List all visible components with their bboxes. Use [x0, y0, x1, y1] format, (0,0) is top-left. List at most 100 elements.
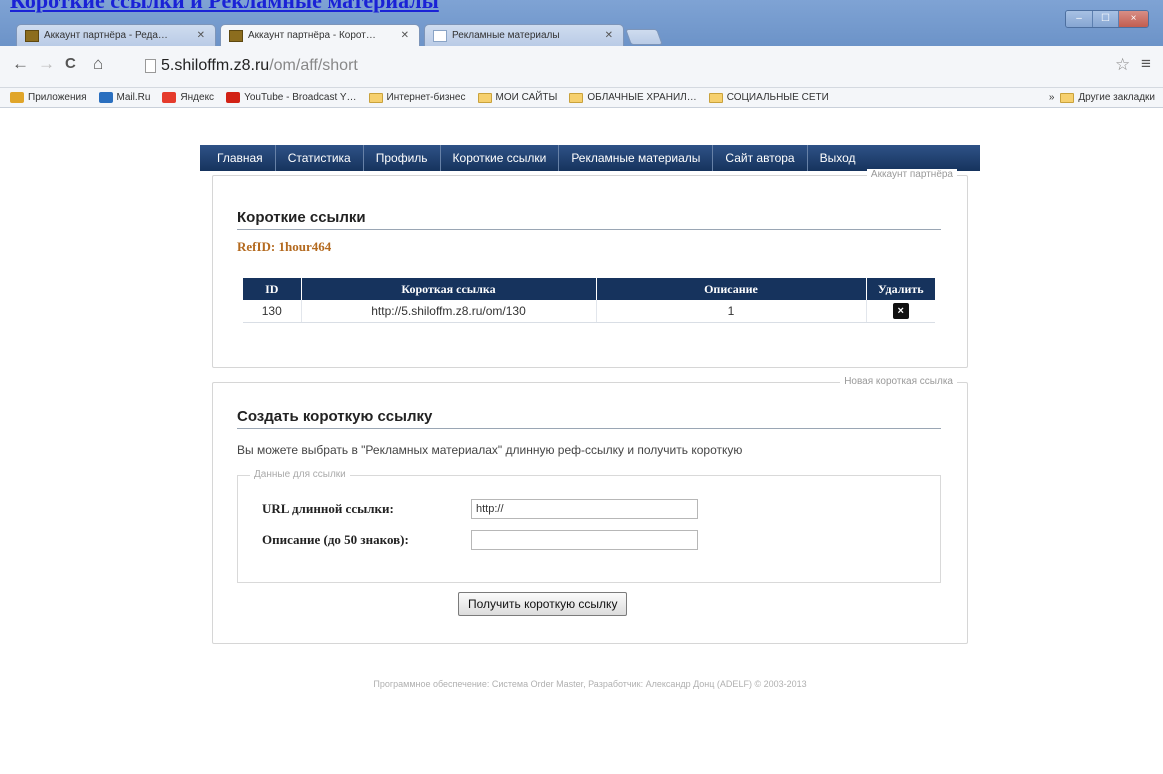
tab-partner-short[interactable]: Аккаунт партнёра - Корот… ✕ — [220, 24, 420, 46]
cell-short-link: http://5.shiloffm.z8.ru/om/130 — [301, 300, 597, 323]
tab-partner-edit[interactable]: Аккаунт партнёра - Реда… ✕ — [16, 24, 216, 46]
bookmark-folder-my-sites[interactable]: МОИ САЙТЫ — [477, 92, 558, 103]
page-icon — [433, 29, 447, 42]
account-panel: Аккаунт партнёра Короткие ссылки RefID: … — [212, 169, 968, 368]
bookmarks-overflow-button[interactable]: » — [1049, 92, 1055, 103]
browser-toolbar: ← → C ⌂ 5.shiloffm.z8.ru/om/aff/short ☆ … — [0, 46, 1163, 88]
section-title-create-link: Создать короткую ссылку — [237, 408, 433, 425]
tab-label: Аккаунт партнёра - Реда… — [44, 30, 168, 41]
tab-label: Рекламные материалы — [452, 30, 560, 41]
bookmark-label: Mail.Ru — [116, 92, 151, 103]
home-icon[interactable]: ⌂ — [93, 54, 103, 74]
new-tab-button[interactable] — [625, 29, 663, 45]
bookmark-star-icon[interactable]: ☆ — [1115, 55, 1130, 75]
bookmark-apps[interactable]: Приложения — [10, 92, 87, 103]
nav-author-site[interactable]: Сайт автора — [713, 145, 808, 171]
tab-label: Аккаунт партнёра - Корот… — [248, 30, 376, 41]
bookmark-folder-social[interactable]: СОЦИАЛЬНЫЕ СЕТИ — [708, 92, 829, 103]
tab-close-icon[interactable]: ✕ — [605, 30, 613, 41]
bookmarks-right: » Другие закладки — [1049, 92, 1155, 103]
folder-icon — [569, 92, 584, 103]
bookmark-label: Приложения — [28, 92, 87, 103]
bookmark-label: Яндекс — [180, 92, 215, 103]
folder-icon — [477, 92, 492, 103]
page-heading[interactable]: Короткие ссылки и Рекламные материалы — [10, 0, 439, 14]
yandex-icon — [162, 92, 177, 103]
link-data-fieldset: Данные для ссылки URL длинной ссылки: Оп… — [237, 469, 941, 583]
url-path: /om/aff/short — [269, 57, 358, 74]
window-controls: – ☐ × — [1065, 10, 1149, 28]
bookmark-label: МОИ САЙТЫ — [495, 92, 558, 103]
bookmark-label: ОБЛАЧНЫЕ ХРАНИЛ… — [587, 92, 697, 103]
reload-icon[interactable]: C — [65, 54, 76, 74]
bookmark-label: YouTube - Broadcast Y… — [244, 92, 357, 103]
refid-value: 1hour464 — [278, 239, 332, 254]
create-link-description: Вы можете выбрать в "Рекламных материала… — [237, 443, 743, 457]
address-bar[interactable]: 5.shiloffm.z8.ru/om/aff/short — [145, 55, 1065, 77]
folder-icon — [1060, 92, 1075, 103]
cell-delete: × — [866, 300, 935, 323]
other-bookmarks[interactable]: Другие закладки — [1060, 92, 1155, 103]
apps-icon — [10, 92, 24, 103]
col-header-delete: Удалить — [866, 278, 935, 300]
tab-ad-materials[interactable]: Рекламные материалы ✕ — [424, 24, 624, 46]
youtube-icon — [226, 92, 241, 103]
bookmark-label: СОЦИАЛЬНЫЕ СЕТИ — [726, 92, 829, 103]
bookmark-mailru[interactable]: Mail.Ru — [98, 92, 151, 103]
table-header-row: ID Короткая ссылка Описание Удалить — [243, 278, 935, 300]
browser-window: Аккаунт партнёра - Реда… ✕ Аккаунт партн… — [0, 0, 1163, 774]
nav-logout[interactable]: Выход — [808, 145, 868, 171]
cell-id: 130 — [243, 300, 302, 323]
url-field[interactable] — [471, 499, 698, 519]
create-panel-legend: Новая короткая ссылка — [840, 376, 957, 387]
bookmark-label: Интернет-бизнес — [386, 92, 466, 103]
bookmark-folder-business[interactable]: Интернет-бизнес — [368, 92, 466, 103]
col-header-short-link: Короткая ссылка — [301, 278, 597, 300]
nav-profile[interactable]: Профиль — [364, 145, 441, 171]
description-field-label: Описание (до 50 знаков): — [262, 532, 409, 547]
bookmarks-bar: Приложения Mail.Ru Яндекс YouTube - Broa… — [0, 88, 1163, 108]
section-title-short-links: Короткие ссылки — [237, 209, 366, 226]
title-divider — [237, 428, 941, 429]
bookmark-yandex[interactable]: Яндекс — [162, 92, 214, 103]
page-footer: Программное обеспечение: Система Order M… — [373, 679, 807, 689]
get-short-link-button[interactable]: Получить короткую ссылку — [458, 592, 628, 616]
tab-strip: Аккаунт партнёра - Реда… ✕ Аккаунт партн… — [16, 24, 663, 46]
back-arrow-icon[interactable]: ← — [12, 54, 29, 74]
forward-arrow-icon[interactable]: → — [38, 54, 55, 74]
bookmark-youtube[interactable]: YouTube - Broadcast Y… — [226, 92, 357, 103]
url-field-label: URL длинной ссылки: — [262, 501, 394, 516]
fieldset-legend: Данные для ссылки — [250, 469, 350, 480]
cell-description: 1 — [596, 300, 867, 323]
chrome-menu-icon[interactable]: ≡ — [1141, 54, 1151, 74]
page-icon — [145, 59, 156, 73]
col-header-description: Описание — [596, 278, 867, 300]
nav-ad-materials[interactable]: Рекламные материалы — [559, 145, 714, 171]
main-nav: Главная Статистика Профиль Короткие ссыл… — [200, 145, 980, 171]
title-divider — [237, 229, 941, 230]
maximize-button[interactable]: ☐ — [1092, 11, 1118, 27]
delete-icon[interactable]: × — [892, 302, 909, 319]
close-window-button[interactable]: × — [1118, 11, 1148, 27]
description-field[interactable] — [471, 530, 698, 550]
bookmark-folder-cloud[interactable]: ОБЛАЧНЫЕ ХРАНИЛ… — [569, 92, 697, 103]
tab-close-icon[interactable]: ✕ — [197, 30, 205, 41]
bookmark-label: Другие закладки — [1078, 92, 1155, 103]
col-header-id: ID — [243, 278, 302, 300]
nav-home[interactable]: Главная — [205, 145, 276, 171]
tab-close-icon[interactable]: ✕ — [401, 30, 409, 41]
page-viewport: Главная Статистика Профиль Короткие ссыл… — [0, 109, 1163, 774]
minimize-button[interactable]: – — [1066, 11, 1092, 27]
account-panel-legend: Аккаунт партнёра — [866, 169, 957, 180]
refid: RefID: 1hour464 — [237, 239, 331, 255]
url-host: 5.shiloffm.z8.ru — [161, 57, 270, 74]
site-favicon-icon — [229, 29, 243, 42]
short-links-table: ID Короткая ссылка Описание Удалить 130 … — [243, 278, 935, 323]
site-favicon-icon — [25, 29, 39, 42]
create-link-panel: Новая короткая ссылка Создать короткую с… — [212, 376, 968, 644]
nav-statistics[interactable]: Статистика — [276, 145, 364, 171]
refid-label: RefID: — [237, 239, 276, 254]
table-row: 130 http://5.shiloffm.z8.ru/om/130 1 × — [243, 300, 935, 323]
nav-short-links[interactable]: Короткие ссылки — [441, 145, 560, 171]
mailru-icon — [98, 92, 113, 103]
